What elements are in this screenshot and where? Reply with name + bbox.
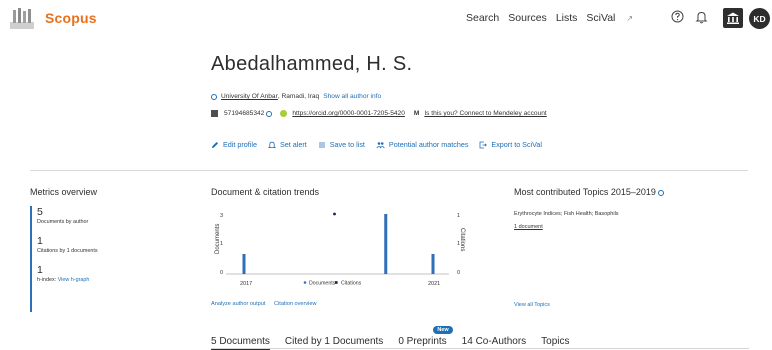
top-header: Scopus Search Sources Lists SciVal ↗ KD [0,0,772,38]
documents-label: Documents by author [37,219,89,225]
bell-icon[interactable] [695,10,708,24]
legend-marker-documents [303,281,307,284]
documents-bar-2020[interactable] [384,214,388,274]
legend-citations: Citations [341,281,362,287]
author-actions: Edit profile Set alert Save to list Pote… [211,140,553,149]
help-icon[interactable] [671,10,684,23]
affiliation-link[interactable]: University Of Anbar [221,93,278,100]
scopus-id-icon [211,110,218,117]
view-h-graph-link[interactable]: View h-graph [58,277,90,283]
edit-profile-button[interactable]: Edit profile [211,140,257,149]
y-tick-left-top: 3 [220,213,223,219]
info-icon[interactable] [657,189,664,196]
affiliation-location: , Ramadi, Iraq [277,93,320,100]
elsevier-tree-icon [10,8,34,29]
orcid-icon [280,110,288,117]
identifiers-row: 57194685342 https://orcid.org/0000-0001-… [211,110,547,117]
affiliation-row: University Of Anbar , Ramadi, Iraq Show … [211,93,381,100]
tabs-underline [211,348,749,349]
info-icon[interactable] [266,110,273,117]
y-axis-label-citations: Citations [459,228,465,251]
bell-icon [267,141,276,148]
citations-label: Citations by 1 documents [37,248,98,254]
scopus-author-id: 57194685342 [224,110,265,117]
mendeley-connect-link[interactable]: Is this you? Connect to Mendeley account [424,110,546,117]
potential-author-matches-label: Potential author matches [388,140,469,149]
set-alert-label: Set alert [279,140,307,149]
citations-point-2019[interactable] [333,212,336,216]
section-divider [30,170,748,171]
potential-author-matches-button[interactable]: Potential author matches [376,140,469,149]
y-axis-label-documents: Documents [215,224,221,254]
export-icon [480,141,488,148]
topic-documents-link[interactable]: 1 document [514,224,543,230]
analyze-author-output-link[interactable]: Analyze author output [211,301,265,307]
documents-bar-2021[interactable] [431,254,435,274]
mendeley-icon: M [413,110,420,117]
people-icon [376,141,385,148]
citation-overview-link[interactable]: Citation overview [274,301,317,307]
documents-bar-2017[interactable] [242,254,246,274]
nav-search[interactable]: Search [466,12,499,24]
export-to-scival-label: Export to SciVal [491,140,543,149]
h-index-value: 1 [37,264,43,276]
view-all-topics-link[interactable]: View all Topics [514,302,550,308]
nav-sources[interactable]: Sources [508,12,547,24]
chart-legend: Documents Citations [303,281,362,287]
pencil-icon [212,141,218,148]
save-to-list-button[interactable]: Save to list [318,140,365,149]
chart-marks [242,212,435,274]
x-tick-2017: 2017 [240,281,252,287]
list-icon [318,142,325,147]
author-name: Abedalhammed, H. S. [211,53,413,75]
bank-building-icon [727,12,739,24]
topics-title: Most contributed Topics 2015–2019 [514,187,656,197]
nav-scival[interactable]: SciVal ↗ [586,12,642,24]
citations-count[interactable]: 1 [37,235,150,247]
save-to-list-label: Save to list [329,140,365,149]
export-to-scival-button[interactable]: Export to SciVal [479,140,542,149]
new-badge: New [433,326,453,334]
metrics-panel: 5 Documents by author 1 Citations by 1 d… [30,206,150,312]
scopus-logo[interactable]: Scopus [8,6,97,30]
trends-chart: 3 1 0 1 1 0 Documents Citations 2017 202… [211,204,473,290]
external-link-icon: ↗ [626,14,634,23]
trends-chart-svg: 3 1 0 1 1 0 Documents Citations 2017 202… [215,212,465,287]
orcid-link[interactable]: https://orcid.org/0000-0001-7205-5420 [292,110,405,117]
y-tick-left-zero: 0 [220,270,223,276]
legend-marker-citations [335,281,338,284]
edit-profile-label: Edit profile [223,140,257,149]
h-index-label: h-index: [37,277,57,283]
x-tick-2021: 2021 [428,281,440,287]
metrics-overview-title: Metrics overview [30,187,98,197]
set-alert-button[interactable]: Set alert [267,140,307,149]
documents-count[interactable]: 5 [37,206,150,218]
nav-scival-label: SciVal [586,12,616,24]
institution-icon[interactable] [723,8,743,28]
topic-name[interactable]: Erythrocyte Indices; Fish Health; Basoph… [514,211,619,217]
y-tick-right-zero: 0 [457,270,460,276]
main-nav: Search Sources Lists SciVal ↗ [466,12,651,24]
brand-name: Scopus [45,10,97,26]
topics-title-row: Most contributed Topics 2015–2019 [514,187,664,197]
legend-documents: Documents [309,281,336,287]
trends-title: Document & citation trends [211,187,320,197]
info-icon [211,93,217,100]
show-all-author-info-link[interactable]: Show all author info [323,93,381,100]
trend-links: Analyze author output Citation overview [211,301,324,307]
tab-preprints-label: 0 Preprints [398,336,447,347]
nav-lists[interactable]: Lists [556,12,578,24]
h-index-row: h-index: View h-graph [37,276,150,284]
user-avatar[interactable]: KD [749,8,770,29]
y-tick-right-top: 1 [457,213,460,219]
